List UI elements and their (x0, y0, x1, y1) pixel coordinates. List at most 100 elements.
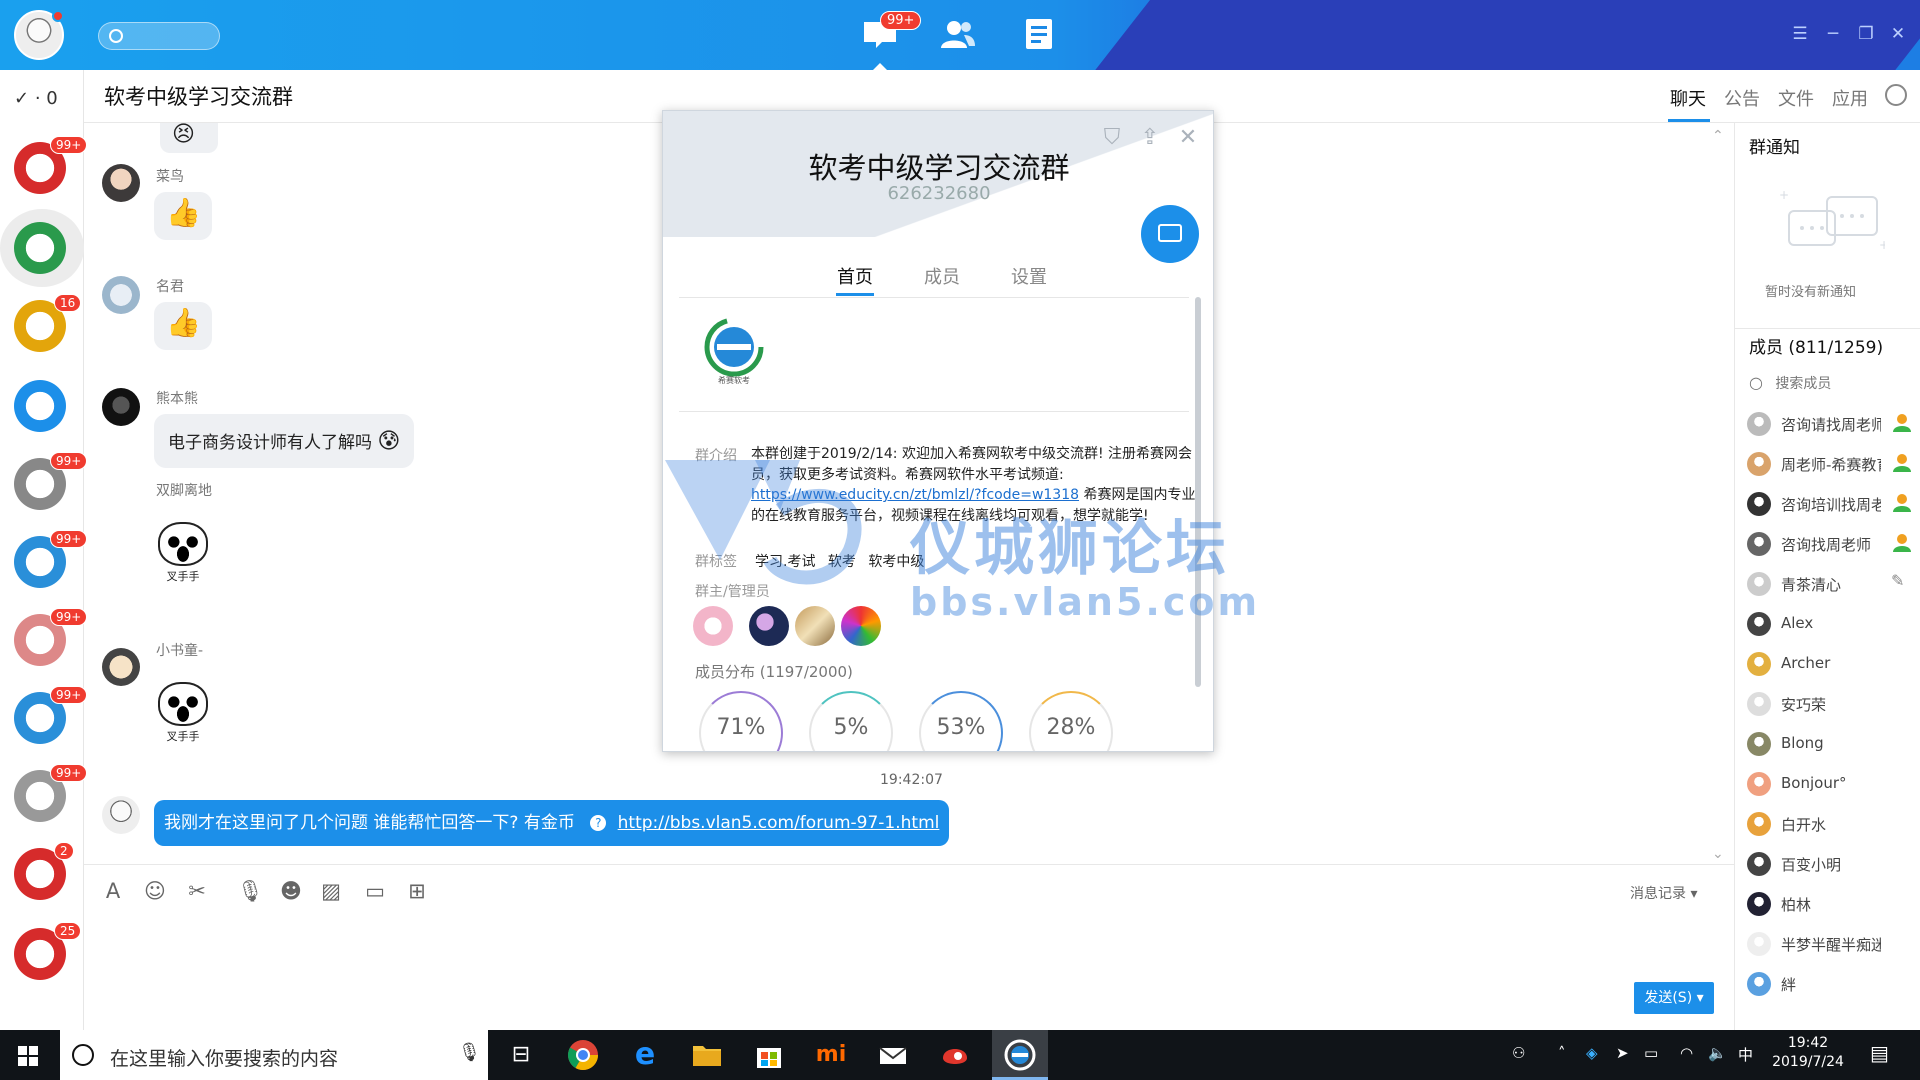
my-avatar-small[interactable] (102, 796, 140, 834)
folder-icon[interactable]: ▭ (362, 878, 388, 904)
send-icon[interactable]: ➤ (1616, 1044, 1629, 1062)
collapse-icon[interactable]: ⌃ (1712, 128, 1724, 144)
member-search[interactable]: ○ 搜索成员 (1749, 373, 1831, 393)
avatar[interactable] (102, 388, 140, 426)
member-row[interactable]: 半梦半醒半痴迷 (1747, 928, 1917, 958)
card-tab-underline (836, 293, 874, 296)
tab-files[interactable]: 文件 (1778, 85, 1814, 111)
sticker: 叉手手 (154, 520, 212, 583)
mic-icon[interactable]: 🎙 (237, 878, 264, 904)
card-tab-members[interactable]: 成员 (924, 263, 960, 289)
admin-avatar[interactable] (795, 606, 835, 646)
member-name: 安巧荣 (1781, 696, 1827, 714)
clock[interactable]: 19:42 2019/7/24 (1768, 1034, 1848, 1072)
admin-avatar[interactable] (749, 606, 789, 646)
member-row[interactable]: 百变小明 (1747, 848, 1917, 878)
tab-chat[interactable]: 聊天 (1670, 85, 1706, 111)
member-row[interactable]: 咨询找周老师 (1747, 528, 1917, 558)
distribution-label: 成员分布 (695, 663, 756, 681)
unread-badge: 99+ (50, 530, 88, 548)
battery-icon[interactable]: ▭ (1644, 1044, 1658, 1062)
tab-announcement[interactable]: 公告 (1724, 85, 1760, 111)
workspace-icon[interactable] (1022, 18, 1058, 50)
notification-icon[interactable]: ▤ (1870, 1041, 1889, 1065)
unread-badge: 16 (54, 294, 82, 312)
open-chat-button[interactable] (1141, 205, 1199, 263)
share-icon[interactable]: ⇪ (1137, 125, 1163, 151)
mi-icon[interactable]: mi (814, 1038, 848, 1072)
task-view-icon[interactable]: ⊟ (504, 1038, 538, 1072)
taskbar-search[interactable]: 在这里输入你要搜索的内容 🎙 (60, 1030, 488, 1080)
member-row[interactable]: 咨询培训找周老师 (1747, 488, 1917, 518)
volume-icon[interactable]: 🔈 (1708, 1044, 1727, 1062)
report-icon[interactable]: ⛉ (1099, 125, 1125, 151)
educity-icon[interactable] (1003, 1038, 1037, 1072)
card-tab-settings[interactable]: 设置 (1011, 263, 1047, 289)
member-row[interactable]: Blong (1747, 728, 1917, 758)
message-input[interactable] (90, 920, 1730, 1020)
message-bubble: 👍 (154, 192, 212, 240)
conversation-item[interactable] (14, 222, 66, 274)
partial-sticker: 😣 (160, 123, 218, 153)
member-row[interactable]: 青茶清心 ✎ (1747, 568, 1917, 598)
member-row[interactable]: 絆 (1747, 968, 1917, 998)
member-row[interactable]: 柏林 (1747, 888, 1917, 918)
member-row[interactable]: 咨询请找周老师 (1747, 408, 1917, 438)
message-history-button[interactable]: 消息记录 ▾ (1630, 883, 1697, 903)
admin-avatar[interactable] (841, 606, 881, 646)
avatar[interactable] (102, 648, 140, 686)
cortana-icon (72, 1044, 94, 1066)
image-icon[interactable]: ▨ (318, 878, 344, 904)
avatar[interactable] (102, 164, 140, 202)
wifi-icon[interactable]: ◠ (1680, 1044, 1693, 1062)
avatar[interactable] (102, 276, 140, 314)
people-icon[interactable]: ⚇ (1512, 1044, 1525, 1062)
windows-start-icon[interactable] (18, 1046, 38, 1066)
store-icon[interactable] (752, 1038, 786, 1072)
send-button[interactable]: 发送(S) ▾ (1634, 982, 1714, 1014)
file-explorer-icon[interactable] (690, 1038, 724, 1072)
app-icon[interactable] (938, 1038, 972, 1072)
top-search-input[interactable] (98, 22, 220, 50)
network-app-icon[interactable]: ◈ (1586, 1044, 1598, 1062)
member-row[interactable]: Archer (1747, 648, 1917, 678)
watermark-url: bbs.vlan5.com (910, 580, 1261, 624)
ime-indicator[interactable]: 中 (1738, 1044, 1753, 1065)
forum-link[interactable]: http://bbs.vlan5.com/forum-97-1.html (618, 813, 940, 833)
edge-icon[interactable]: e (628, 1038, 662, 1072)
close-icon[interactable]: ✕ (1175, 125, 1201, 151)
admin-avatar[interactable] (693, 606, 733, 646)
my-message-text: 我刚才在这里问了几个问题 谁能帮忙回答一下? 有金币 (164, 813, 575, 833)
chat-title: 软考中级学习交流群 (104, 85, 293, 109)
unread-badge: 99+ (50, 686, 88, 704)
expand-icon[interactable]: ⌄ (1712, 846, 1724, 862)
member-avatar (1747, 612, 1771, 636)
card-tab-home[interactable]: 首页 (837, 263, 873, 289)
chrome-icon[interactable] (566, 1038, 600, 1072)
my-avatar[interactable] (14, 10, 64, 60)
close-icon[interactable]: ✕ (1888, 24, 1908, 44)
mail-icon[interactable] (876, 1038, 910, 1072)
tray-expand-icon[interactable]: ˄ (1558, 1044, 1566, 1062)
settings-icon[interactable] (1885, 84, 1907, 106)
scissors-icon[interactable]: ✂ (184, 878, 210, 904)
contacts-icon[interactable] (940, 18, 976, 50)
tab-apps[interactable]: 应用 (1832, 85, 1868, 111)
menu-icon[interactable]: ☰ (1790, 24, 1810, 44)
member-row[interactable]: 安巧荣 (1747, 688, 1917, 718)
member-row[interactable]: Bonjour° (1747, 768, 1917, 798)
unread-badge: 99+ (50, 452, 88, 470)
watermark-text: 仪城狮论坛 (910, 514, 1230, 584)
gift-icon[interactable]: ⊞ (404, 878, 430, 904)
todo-indicator[interactable]: ✓ · 0 (14, 88, 58, 109)
restore-icon[interactable]: ❐ (1856, 24, 1876, 44)
admin-icon (1891, 451, 1913, 473)
member-row[interactable]: Alex (1747, 608, 1917, 638)
emoji-icon[interactable]: ☺ (142, 878, 168, 904)
minimize-icon[interactable]: ─ (1823, 24, 1843, 44)
member-row[interactable]: 周老师-希赛教育 (1747, 448, 1917, 478)
sticker-icon[interactable]: ☻ (278, 878, 304, 904)
conversation-item[interactable] (14, 380, 66, 432)
font-icon[interactable]: A (100, 878, 126, 904)
member-row[interactable]: 白开水 (1747, 808, 1917, 838)
